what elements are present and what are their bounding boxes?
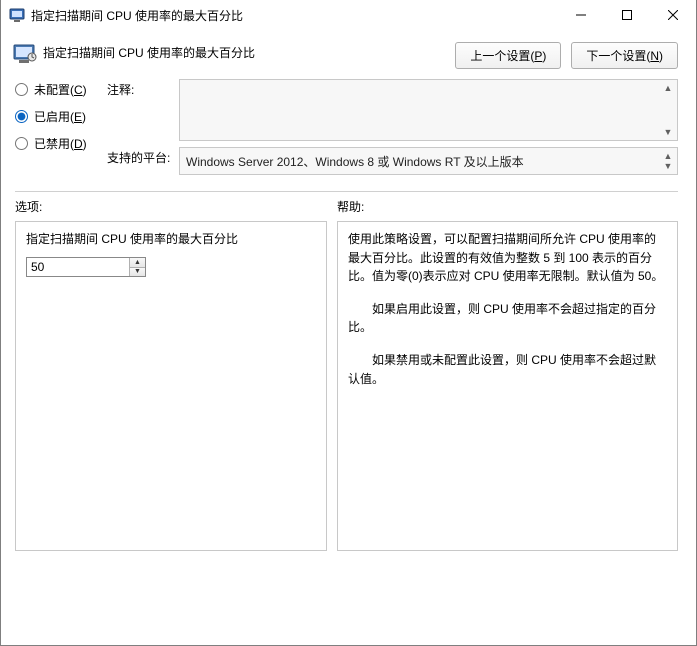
- help-text-1: 使用此策略设置，可以配置扫描期间所允许 CPU 使用率的最大百分比。此设置的有效…: [348, 230, 667, 286]
- window-title: 指定扫描期间 CPU 使用率的最大百分比: [31, 7, 558, 24]
- platforms-value: Windows Server 2012、Windows 8 或 Windows …: [186, 153, 524, 170]
- scroll-down-icon[interactable]: ▼: [661, 160, 675, 172]
- radio-enabled-input[interactable]: [15, 110, 28, 123]
- window-controls: [558, 0, 696, 30]
- cpu-percent-spinner[interactable]: ▲ ▼: [26, 257, 146, 277]
- help-text-3: 如果禁用或未配置此设置，则 CPU 使用率不会超过默认值。: [348, 351, 667, 388]
- radio-disabled-input[interactable]: [15, 137, 28, 150]
- scroll-up-icon[interactable]: ▲: [661, 82, 675, 94]
- titlebar: 指定扫描期间 CPU 使用率的最大百分比: [1, 0, 696, 30]
- radio-disabled[interactable]: 已禁用(D): [15, 135, 107, 152]
- config-area: 未配置(C) 已启用(E) 已禁用(D) 注释: ▲ ▼ 支持的平台: Wind…: [1, 75, 696, 185]
- header-title: 指定扫描期间 CPU 使用率的最大百分比: [43, 42, 455, 61]
- maximize-button[interactable]: [604, 0, 650, 30]
- help-header: 帮助:: [337, 198, 678, 215]
- header: 指定扫描期间 CPU 使用率的最大百分比 上一个设置(P) 下一个设置(N): [1, 30, 696, 75]
- comment-field[interactable]: ▲ ▼: [179, 79, 678, 141]
- options-panel: 指定扫描期间 CPU 使用率的最大百分比 ▲ ▼: [15, 221, 327, 551]
- radio-not-configured-input[interactable]: [15, 83, 28, 96]
- app-icon: [9, 7, 25, 23]
- options-header: 选项:: [15, 198, 337, 215]
- radio-not-configured[interactable]: 未配置(C): [15, 81, 107, 98]
- spinner-down-button[interactable]: ▼: [130, 267, 145, 277]
- platforms-label: 支持的平台:: [107, 147, 179, 166]
- next-setting-button[interactable]: 下一个设置(N): [571, 42, 678, 69]
- scroll-down-icon[interactable]: ▼: [661, 126, 675, 138]
- platforms-field: Windows Server 2012、Windows 8 或 Windows …: [179, 147, 678, 175]
- help-panel: 使用此策略设置，可以配置扫描期间所允许 CPU 使用率的最大百分比。此设置的有效…: [337, 221, 678, 551]
- divider: [15, 191, 678, 192]
- previous-setting-button[interactable]: 上一个设置(P): [455, 42, 561, 69]
- help-text-2: 如果启用此设置，则 CPU 使用率不会超过指定的百分比。: [348, 300, 667, 337]
- close-button[interactable]: [650, 0, 696, 30]
- spinner-up-button[interactable]: ▲: [130, 258, 145, 267]
- minimize-button[interactable]: [558, 0, 604, 30]
- radio-enabled[interactable]: 已启用(E): [15, 108, 107, 125]
- comment-label: 注释:: [107, 79, 179, 98]
- cpu-percent-input[interactable]: [27, 258, 129, 276]
- policy-icon: [13, 42, 37, 64]
- option-cpu-label: 指定扫描期间 CPU 使用率的最大百分比: [26, 230, 316, 247]
